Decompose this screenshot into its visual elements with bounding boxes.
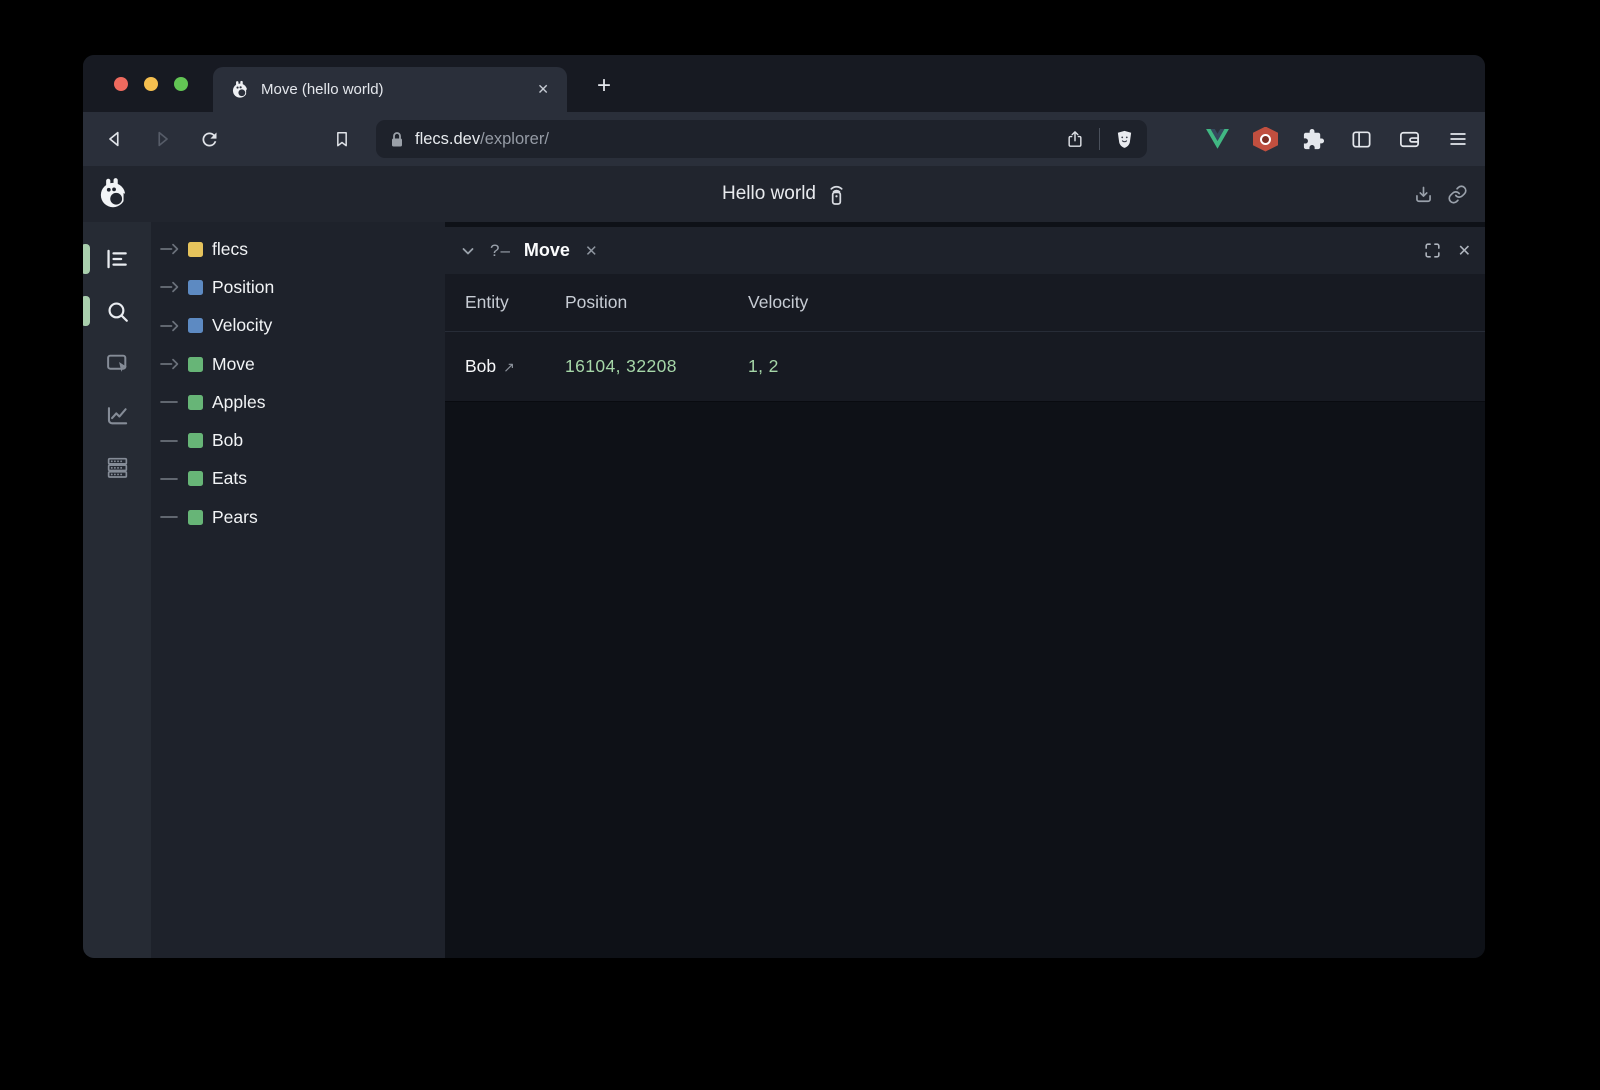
leaf-line-icon — [160, 511, 188, 523]
rail-statistics-button[interactable] — [104, 402, 130, 428]
tree-item-label: Pears — [212, 507, 258, 528]
browser-tab[interactable]: Move (hello world) ✕ — [213, 67, 567, 112]
content-area: flecs Position Velocity Move — [83, 222, 1485, 958]
vue-devtools-extension-icon[interactable] — [1205, 127, 1230, 152]
tree-item-velocity[interactable]: Velocity — [151, 307, 445, 345]
copy-link-button[interactable] — [1447, 184, 1468, 205]
tree-item-flecs[interactable]: flecs — [151, 230, 445, 268]
wallet-icon[interactable] — [1397, 127, 1422, 152]
rail-entity-tree-button[interactable] — [104, 246, 130, 272]
extension-row — [1205, 127, 1485, 152]
leaf-line-icon — [160, 435, 188, 447]
tree-item-position[interactable]: Position — [151, 268, 445, 306]
app-header: Hello world — [83, 166, 1485, 222]
tree-item-bob[interactable]: Bob — [151, 421, 445, 459]
table-row: Bob ↗ 16104, 32208 1, 2 — [445, 332, 1485, 402]
rail-search-button[interactable] — [104, 298, 130, 324]
rail-commands-button[interactable] — [104, 454, 130, 480]
close-window-button[interactable] — [114, 77, 128, 91]
tab-title: Move (hello world) — [261, 81, 523, 98]
velocity-value: 1, 2 — [748, 356, 1485, 377]
tree-item-apples[interactable]: Apples — [151, 383, 445, 421]
extensions-puzzle-icon[interactable] — [1301, 127, 1326, 152]
browser-menu-icon[interactable] — [1445, 127, 1470, 152]
tree-item-label: Position — [212, 277, 274, 298]
expand-arrow-icon[interactable] — [160, 358, 188, 370]
position-value: 16104, 32208 — [565, 356, 748, 377]
leaf-line-icon — [160, 473, 188, 485]
fullscreen-icon[interactable] — [1423, 241, 1442, 260]
tree-item-label: Bob — [212, 430, 243, 451]
screenshot-stage: Move (hello world) ✕ + — [0, 0, 1600, 1090]
collapse-chevron-icon[interactable] — [455, 238, 481, 264]
zoom-window-button[interactable] — [174, 77, 188, 91]
new-tab-button[interactable]: + — [587, 69, 621, 103]
query-type-icon: ?– — [490, 241, 511, 261]
entity-color-swatch — [188, 357, 203, 372]
entity-color-swatch — [188, 242, 203, 257]
world-title: Hello world — [722, 183, 816, 205]
remote-connection-icon — [827, 182, 846, 207]
flecs-favicon-icon — [229, 79, 251, 101]
browser-window: Move (hello world) ✕ + — [83, 55, 1485, 958]
hexagon-extension-icon[interactable] — [1253, 127, 1278, 152]
forward-button[interactable] — [145, 122, 179, 156]
url-host: flecs.dev — [415, 130, 480, 148]
tree-item-eats[interactable]: Eats — [151, 460, 445, 498]
bookmark-icon[interactable] — [325, 122, 359, 156]
url-path: /explorer/ — [480, 130, 549, 148]
tree-item-pears[interactable]: Pears — [151, 498, 445, 536]
sidebar-toggle-icon[interactable] — [1349, 127, 1374, 152]
title-bar: Move (hello world) ✕ + — [83, 55, 1485, 112]
query-title: Move — [524, 240, 570, 261]
tree-item-label: Eats — [212, 468, 247, 489]
active-indicator — [83, 244, 90, 274]
query-panel: ?– Move ✕ ✕ En — [445, 222, 1485, 958]
toolbar-divider — [1099, 128, 1101, 150]
browser-toolbar: flecs.dev/explorer/ — [83, 112, 1485, 166]
active-indicator — [83, 296, 90, 326]
reload-button[interactable] — [192, 122, 226, 156]
entity-link[interactable]: Bob — [465, 356, 496, 377]
open-entity-icon[interactable]: ↗ — [503, 359, 515, 376]
tree-item-label: Apples — [212, 392, 266, 413]
entity-tree-panel: flecs Position Velocity Move — [151, 222, 445, 958]
traffic-lights — [114, 77, 188, 91]
download-button[interactable] — [1413, 184, 1434, 205]
back-button[interactable] — [98, 122, 132, 156]
expand-arrow-icon[interactable] — [160, 320, 188, 332]
expand-arrow-icon[interactable] — [160, 281, 188, 293]
column-header-position: Position — [565, 292, 748, 313]
entity-color-swatch — [188, 280, 203, 295]
panel-close-icon[interactable]: ✕ — [1455, 240, 1474, 262]
minimize-window-button[interactable] — [144, 77, 158, 91]
rail-inspector-button[interactable] — [104, 350, 130, 376]
brave-shield-icon[interactable] — [1114, 129, 1135, 150]
leaf-line-icon — [160, 396, 188, 408]
tree-item-label: Move — [212, 354, 255, 375]
column-header-velocity: Velocity — [748, 292, 1485, 313]
flecs-logo-icon — [94, 175, 132, 213]
table-header-row: Entity Position Velocity — [445, 274, 1485, 332]
share-icon[interactable] — [1065, 129, 1085, 150]
entity-color-swatch — [188, 471, 203, 486]
query-clear-icon[interactable]: ✕ — [582, 240, 601, 262]
url-text: flecs.dev/explorer/ — [415, 130, 1065, 149]
lock-icon — [390, 131, 404, 148]
expand-arrow-icon[interactable] — [160, 243, 188, 255]
tree-item-label: flecs — [212, 239, 248, 260]
entity-color-swatch — [188, 433, 203, 448]
tab-close-icon[interactable]: ✕ — [533, 79, 553, 100]
tree-item-label: Velocity — [212, 315, 272, 336]
entity-color-swatch — [188, 395, 203, 410]
tree-item-move[interactable]: Move — [151, 345, 445, 383]
sidebar-rail — [83, 222, 151, 958]
address-bar[interactable]: flecs.dev/explorer/ — [376, 120, 1147, 158]
query-results-table: Entity Position Velocity Bob ↗ 16104, 32… — [445, 274, 1485, 402]
entity-color-swatch — [188, 510, 203, 525]
entity-color-swatch — [188, 318, 203, 333]
column-header-entity: Entity — [465, 292, 565, 313]
query-panel-header: ?– Move ✕ ✕ — [445, 227, 1485, 274]
